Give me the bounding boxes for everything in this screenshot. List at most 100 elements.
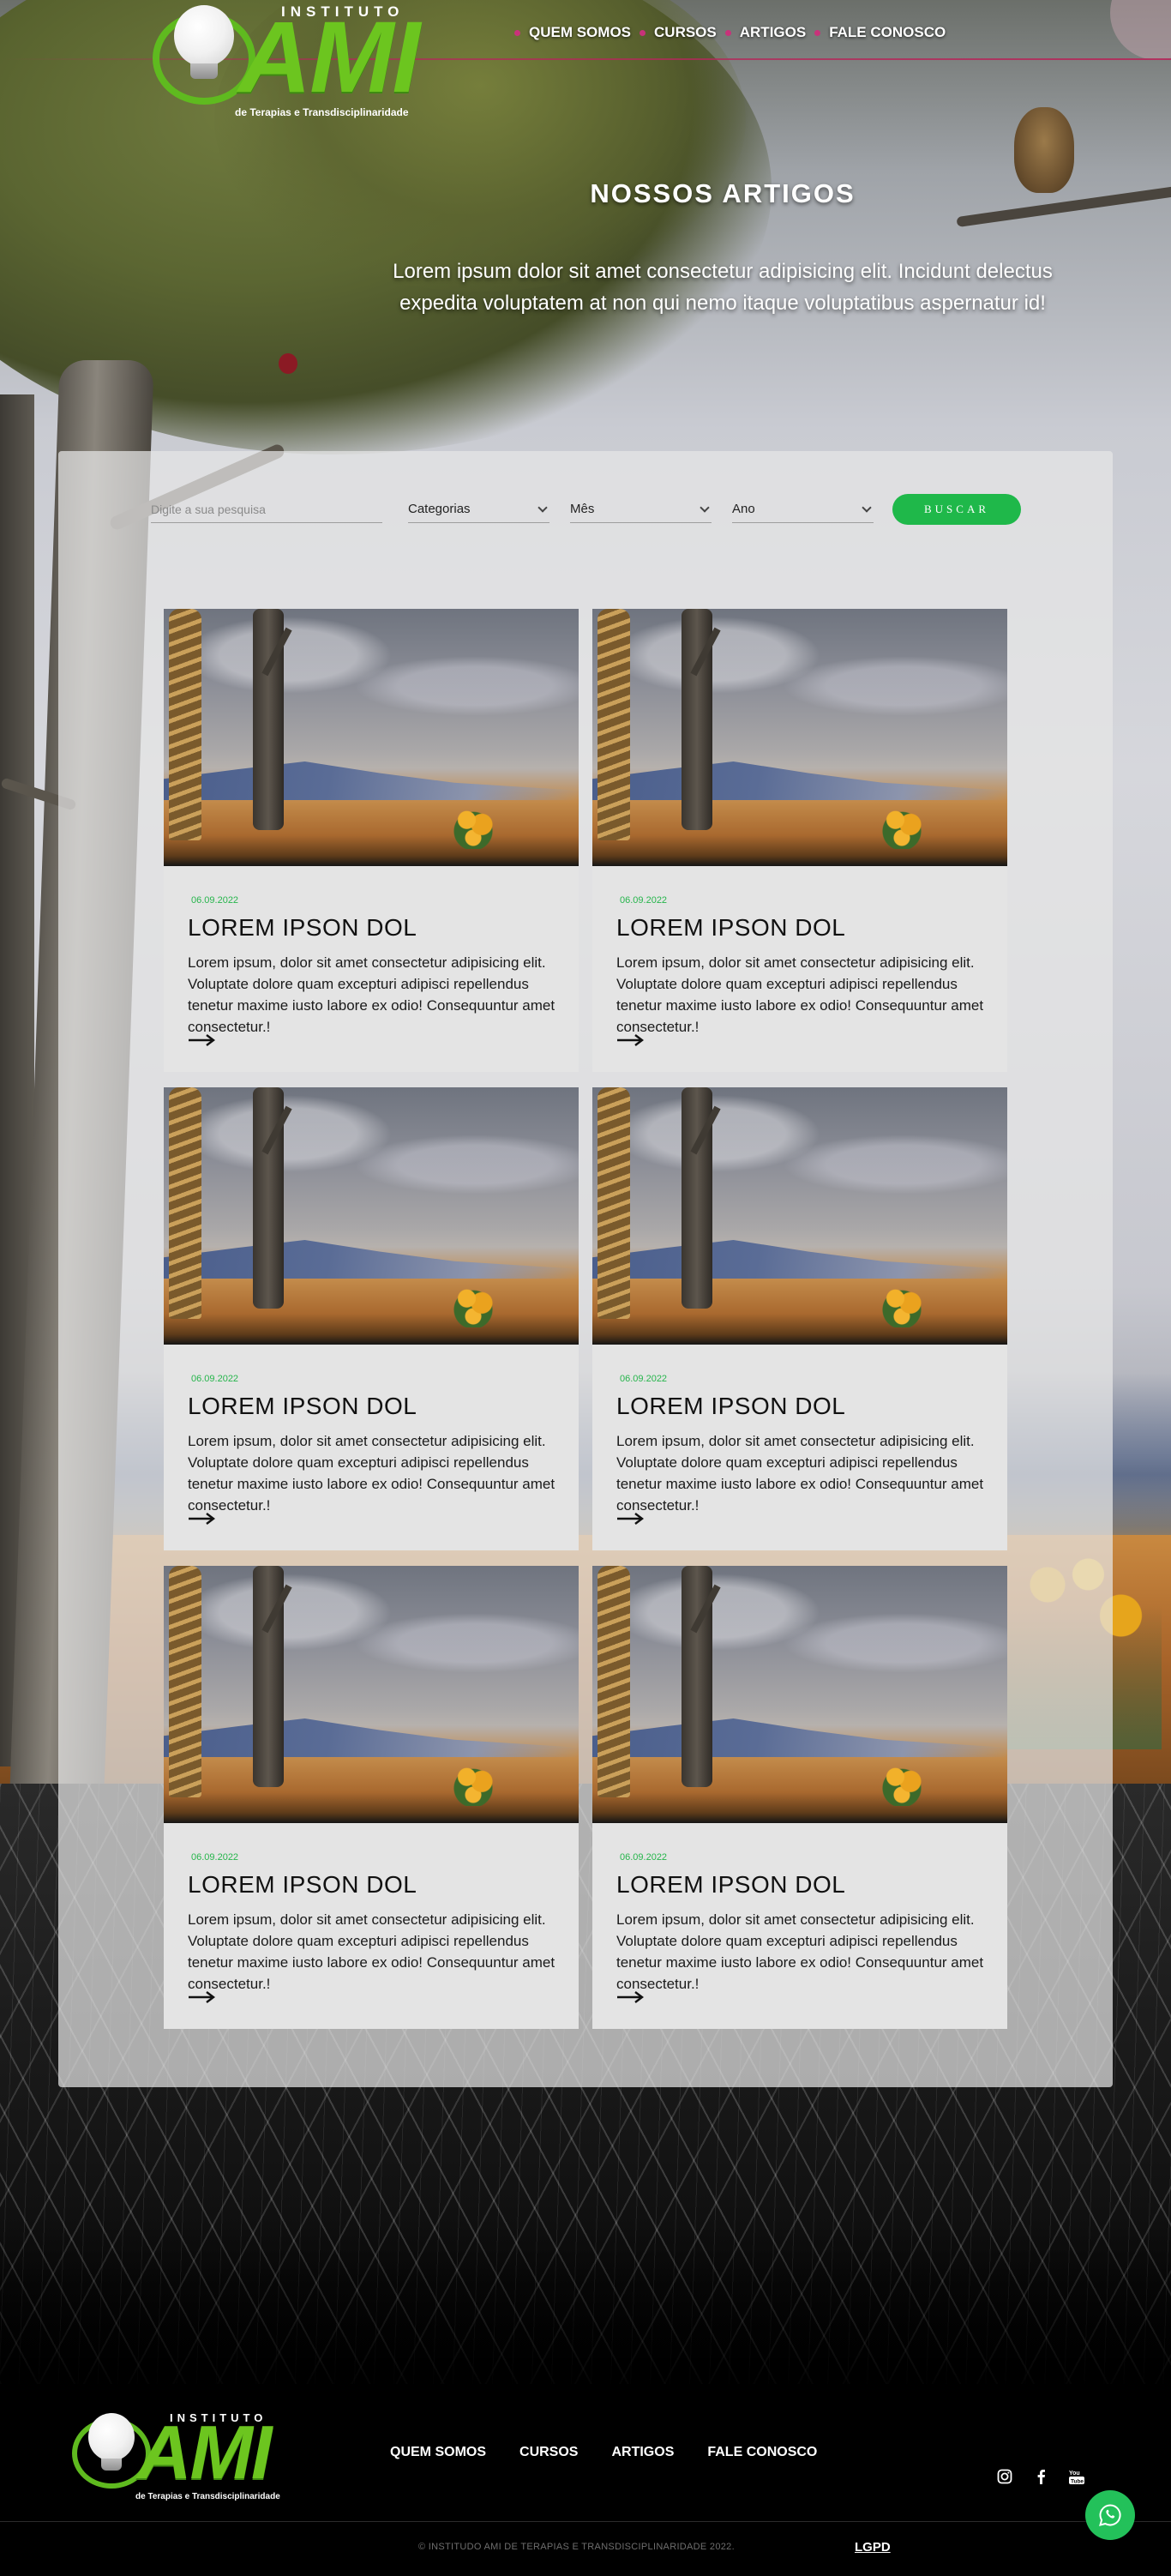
nav-bullet: [640, 29, 646, 36]
arrow-right-icon[interactable]: [616, 1990, 644, 2004]
sunflower-illustration: [880, 1283, 923, 1327]
giraffe-illustration: [169, 1566, 201, 1797]
hills: [164, 1240, 579, 1279]
article-title[interactable]: LOREM IPSON DOL: [188, 914, 417, 942]
sky-clouds: [164, 1087, 579, 1242]
sky-clouds: [592, 1087, 1007, 1242]
giraffe-illustration: [598, 1566, 630, 1797]
article-title[interactable]: LOREM IPSON DOL: [188, 1871, 417, 1899]
main-nav: QUEM SOMOS CURSOS ARTIGOS FALE CONOSCO: [506, 24, 946, 41]
article-excerpt: Lorem ipsum, dolor sit amet consectetur …: [616, 1433, 984, 1514]
sunflower-illustration: [880, 804, 923, 849]
chevron-down-icon: [537, 502, 548, 513]
logo-brand: AMI: [238, 1, 420, 114]
month-select-label: Mês: [570, 502, 595, 516]
apple-illustration: [279, 353, 297, 374]
article-image[interactable]: [164, 1566, 579, 1823]
lightbulb-base: [101, 2459, 122, 2471]
article-title[interactable]: LOREM IPSON DOL: [616, 1871, 845, 1899]
hills: [592, 761, 1007, 800]
svg-text:Tube: Tube: [1071, 2479, 1084, 2485]
article-title[interactable]: LOREM IPSON DOL: [188, 1393, 417, 1420]
lightbulb-icon: [88, 2413, 135, 2461]
article-excerpt: Lorem ipsum, dolor sit amet consectetur …: [616, 1911, 984, 1992]
footer-nav: QUEM SOMOS CURSOS ARTIGOS FALE CONOSCO: [390, 2445, 850, 2460]
footer-logo[interactable]: AMI INSTITUTO de Terapias e Transdiscipl…: [72, 2410, 295, 2504]
article-excerpt: Lorem ipsum, dolor sit amet consectetur …: [188, 954, 555, 1035]
article-card[interactable]: 06.09.2022 LOREM IPSON DOL Lorem ipsum, do…: [164, 609, 579, 1072]
svg-text:You: You: [1069, 2471, 1080, 2477]
filter-bar: Categorias Mês Ano BUSCAR: [151, 494, 1025, 530]
footer-nav-quem-somos[interactable]: QUEM SOMOS: [390, 2445, 486, 2460]
lightbulb-icon: [174, 5, 234, 67]
logo-tagline: de Terapias e Transdisciplinaridade: [135, 2492, 280, 2501]
article-image[interactable]: [592, 1087, 1007, 1345]
search-button[interactable]: BUSCAR: [892, 494, 1021, 525]
giraffe-illustration: [598, 609, 630, 840]
nav-item-artigos[interactable]: ARTIGOS: [740, 24, 806, 41]
article-date: 06.09.2022: [620, 895, 668, 906]
sky-clouds: [164, 1566, 579, 1720]
month-select[interactable]: Mês: [570, 496, 712, 523]
article-excerpt: Lorem ipsum, dolor sit amet consectetur …: [188, 1433, 555, 1514]
giraffe-illustration: [169, 1087, 201, 1319]
article-date: 06.09.2022: [191, 1852, 239, 1863]
category-select[interactable]: Categorias: [408, 496, 549, 523]
logo-brand: AMI: [137, 2410, 272, 2495]
instagram-icon[interactable]: [996, 2468, 1013, 2485]
article-title[interactable]: LOREM IPSON DOL: [616, 1393, 845, 1420]
site-header: AMI INSTITUTO de Terapias e Transdiscipl…: [0, 0, 1171, 120]
year-select[interactable]: Ano: [732, 496, 874, 523]
footer-nav-artigos[interactable]: ARTIGOS: [611, 2445, 674, 2460]
article-card[interactable]: 06.09.2022 LOREM IPSON DOL Lorem ipsum, do…: [592, 609, 1007, 1072]
nav-item-quem-somos[interactable]: QUEM SOMOS: [529, 24, 631, 41]
arrow-right-icon[interactable]: [616, 1512, 644, 1526]
sky-clouds: [164, 609, 579, 763]
giraffe-illustration: [169, 609, 201, 840]
arrow-right-icon[interactable]: [188, 1512, 215, 1526]
arrow-right-icon[interactable]: [188, 1033, 215, 1047]
hills: [592, 1240, 1007, 1279]
nav-item-fale-conosco[interactable]: FALE CONOSCO: [829, 24, 946, 41]
year-select-label: Ano: [732, 502, 755, 516]
youtube-icon[interactable]: You Tube: [1068, 2468, 1085, 2485]
article-card[interactable]: 06.09.2022 LOREM IPSON DOL Lorem ipsum, do…: [164, 1566, 579, 2029]
arrow-right-icon[interactable]: [188, 1990, 215, 2004]
sky-clouds: [592, 609, 1007, 763]
footer-nav-cursos[interactable]: CURSOS: [519, 2445, 578, 2460]
nav-bullet: [514, 29, 520, 36]
arrow-right-icon[interactable]: [616, 1033, 644, 1047]
logo-tagline: de Terapias e Transdisciplinaridade: [235, 106, 409, 118]
article-card[interactable]: 06.09.2022 LOREM IPSON DOL Lorem ipsum, do…: [592, 1087, 1007, 1550]
article-date: 06.09.2022: [620, 1374, 668, 1384]
nav-bullet: [724, 29, 731, 36]
hills: [592, 1718, 1007, 1757]
roots-fade: [0, 2230, 1171, 2401]
sunflower-illustration: [880, 1761, 923, 1806]
article-title[interactable]: LOREM IPSON DOL: [616, 914, 845, 942]
sunflower-illustration: [452, 1283, 495, 1327]
search-input[interactable]: [151, 496, 382, 523]
whatsapp-button[interactable]: [1085, 2490, 1135, 2540]
header-logo[interactable]: AMI INSTITUTO de Terapias e Transdiscipl…: [153, 0, 444, 120]
article-image[interactable]: [164, 609, 579, 866]
article-image[interactable]: [592, 1566, 1007, 1823]
footer-nav-fale-conosco[interactable]: FALE CONOSCO: [707, 2445, 817, 2460]
social-links: You Tube: [996, 2468, 1104, 2485]
article-date: 06.09.2022: [191, 1374, 239, 1384]
sunflower-illustration: [452, 804, 495, 849]
footer-divider: [0, 2521, 1171, 2522]
article-card[interactable]: 06.09.2022 LOREM IPSON DOL Lorem ipsum, do…: [164, 1087, 579, 1550]
lgpd-link[interactable]: LGPD: [855, 2540, 891, 2555]
logo-instituto: INSTITUTO: [281, 3, 405, 20]
article-card[interactable]: 06.09.2022 LOREM IPSON DOL Lorem ipsum, do…: [592, 1566, 1007, 2029]
nav-item-cursos[interactable]: CURSOS: [654, 24, 717, 41]
sky-clouds: [592, 1566, 1007, 1720]
article-image[interactable]: [164, 1087, 579, 1345]
hills: [164, 761, 579, 800]
facebook-icon[interactable]: [1032, 2468, 1049, 2485]
logo-instituto: INSTITUTO: [170, 2411, 267, 2424]
article-date: 06.09.2022: [191, 895, 239, 906]
article-image[interactable]: [592, 609, 1007, 866]
category-select-label: Categorias: [408, 502, 471, 516]
